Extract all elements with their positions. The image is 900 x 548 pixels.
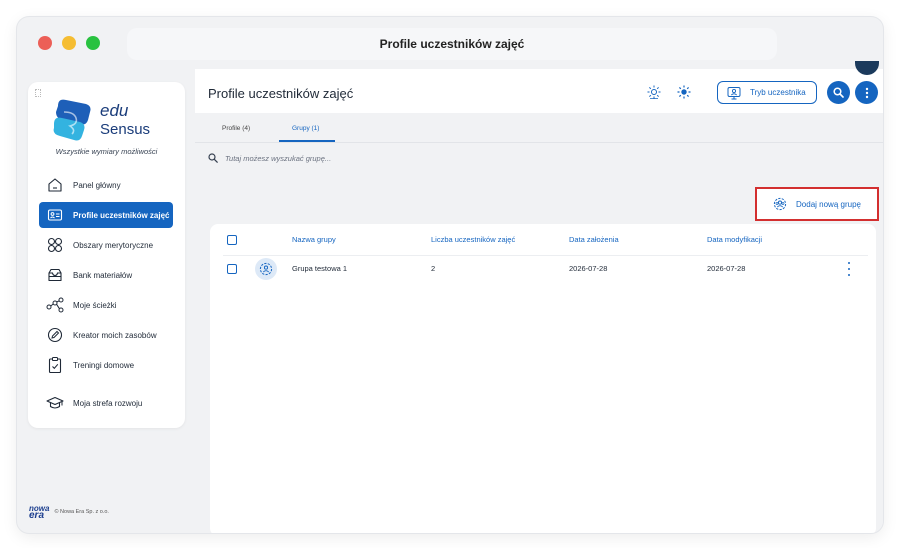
sidebar-item-kreator-zasobow[interactable]: Kreator moich zasobów — [39, 322, 173, 348]
sidebar-item-label: Bank materiałów — [73, 270, 133, 280]
sidebar-item-treningi-domowe[interactable]: Treningi domowe — [39, 352, 173, 378]
search-bar[interactable]: Tutaj możesz wyszukać grupę... — [208, 151, 608, 165]
logo-text-sensus: Sensus — [100, 121, 150, 138]
inbox-icon — [45, 265, 65, 285]
row-menu-icon[interactable] — [846, 262, 852, 276]
logo-text-edu: edu — [100, 101, 129, 120]
cell-modified-date: 2026-07-28 — [707, 264, 746, 273]
column-header-created[interactable]: Data założenia — [569, 235, 619, 244]
sidebar-item-moje-sciezki[interactable]: Moje ścieżki — [39, 292, 173, 318]
page-title: Profile uczestników zajęć — [208, 86, 354, 101]
sidebar-item-label: Moja strefa rozwoju — [73, 398, 143, 408]
home-icon — [45, 175, 65, 195]
select-all-checkbox[interactable] — [227, 235, 237, 245]
sidebar-item-strefa-rozwoju[interactable]: Moja strefa rozwoju — [39, 390, 173, 416]
more-options-button[interactable] — [855, 81, 878, 104]
sidebar-item-profile-uczestnikow[interactable]: Profile uczestników zajęć — [39, 202, 173, 228]
search-input[interactable]: Tutaj możesz wyszukać grupę... — [225, 154, 331, 163]
sidebar-item-label: Kreator moich zasobów — [73, 330, 157, 340]
sidebar-item-label: Obszary merytoryczne — [73, 240, 154, 250]
sidebar-item-label: Moje ścieżki — [73, 300, 117, 310]
participant-mode-button[interactable]: Tryb uczestnika — [717, 81, 817, 104]
add-group-label: Dodaj nową grupę — [796, 199, 861, 209]
footer: nowa era © Nowa Era Sp. z o.o. — [29, 504, 109, 521]
cell-participant-count: 2 — [431, 264, 436, 273]
clipboard-check-icon — [45, 355, 65, 375]
app-window: Profile uczestników zajęć edu Sensus Wsz… — [17, 17, 883, 533]
close-window-button[interactable] — [38, 36, 52, 50]
sidebar-item-label: Treningi domowe — [73, 360, 135, 370]
minimize-window-button[interactable] — [62, 36, 76, 50]
add-group-button[interactable]: Dodaj nową grupę — [755, 187, 879, 221]
tagline: Wszystkie wymiary możliwości — [55, 147, 158, 156]
id-card-icon — [45, 205, 65, 225]
sidebar-item-label: Profile uczestników zajęć — [73, 210, 170, 220]
top-bar: Profile uczestników zajęć Tryb uczestnik… — [195, 61, 883, 113]
groups-table: Nazwa grupy Liczba uczestników zajęć Dat… — [210, 224, 876, 533]
participant-mode-label: Tryb uczestnika — [750, 88, 806, 97]
participant-monitor-icon — [727, 86, 741, 100]
kebab-menu-icon — [865, 87, 869, 99]
nowa-era-logo: nowa era — [29, 504, 50, 521]
sidebar-item-obszary-merytoryczne[interactable]: Obszary merytoryczne — [39, 232, 173, 258]
maximize-window-button[interactable] — [86, 36, 100, 50]
window-title: Profile uczestników zajęć — [127, 28, 777, 60]
add-group-icon — [773, 197, 787, 211]
sidebar-item-label: Panel główny — [73, 180, 121, 190]
sidebar-item-bank-materialow[interactable]: Bank materiałów — [39, 262, 173, 288]
title-bar: Profile uczestników zajęć — [17, 17, 883, 69]
search-icon — [208, 153, 218, 163]
tab-profile[interactable]: Profile (4) — [222, 125, 250, 132]
tab-bar: Profile (4) Grupy (1) — [195, 113, 883, 143]
active-tab-indicator — [279, 140, 335, 142]
row-checkbox[interactable] — [227, 264, 237, 274]
copyright-text: © Nowa Era Sp. z o.o. — [54, 509, 109, 515]
user-avatar[interactable] — [855, 61, 879, 75]
main-content: Profile uczestników zajęć Tryb uczestnik… — [195, 61, 883, 533]
header-divider — [223, 255, 868, 256]
tab-grupy[interactable]: Grupy (1) — [292, 125, 319, 132]
column-header-count[interactable]: Liczba uczestników zajęć — [431, 235, 515, 244]
sidebar: edu Sensus Wszystkie wymiary możliwości … — [28, 82, 185, 428]
light-theme-icon[interactable] — [647, 85, 661, 100]
sidebar-item-panel-glowny[interactable]: Panel główny — [39, 172, 173, 198]
cell-group-name[interactable]: Grupa testowa 1 — [292, 264, 347, 273]
edusensus-logo[interactable]: edu Sensus — [50, 94, 170, 144]
grid-icon — [45, 235, 65, 255]
drag-handle-icon[interactable] — [35, 89, 41, 97]
group-icon — [255, 258, 277, 280]
search-button[interactable] — [827, 81, 850, 104]
column-header-modified[interactable]: Data modyfikacji — [707, 235, 762, 244]
graduation-cap-icon — [45, 393, 65, 413]
edit-circle-icon — [45, 325, 65, 345]
search-icon — [833, 87, 844, 98]
cell-created-date: 2026-07-28 — [569, 264, 608, 273]
column-header-name[interactable]: Nazwa grupy — [292, 235, 336, 244]
share-nodes-icon — [45, 295, 65, 315]
dark-theme-icon[interactable] — [677, 85, 691, 99]
